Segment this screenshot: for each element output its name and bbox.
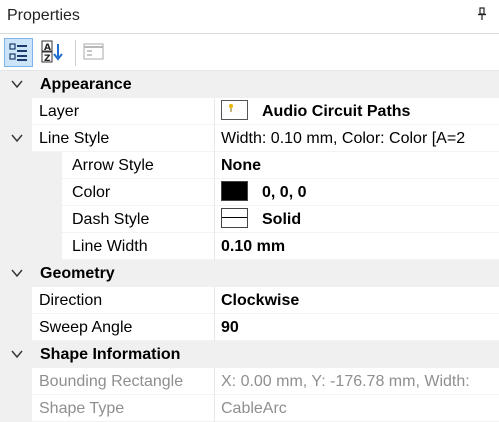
categorized-view-button[interactable] (4, 38, 33, 67)
property-name: Direction (39, 292, 103, 309)
svg-text:Z: Z (44, 54, 51, 64)
category-appearance[interactable]: Appearance (0, 71, 499, 98)
toolbar-separator (75, 40, 76, 66)
property-row-dash-style[interactable]: Dash Style Solid (0, 206, 499, 233)
property-value[interactable]: Audio Circuit Paths (214, 98, 499, 125)
line-style-value[interactable]: Width: 0.10 mm, Color: Color [A=2 (214, 125, 499, 152)
property-name: Line Style (39, 130, 110, 147)
property-pages-icon (83, 43, 104, 60)
property-grid: Appearance Layer Audio Circuit Paths Lin… (0, 71, 499, 422)
panel-title: Properties (7, 7, 80, 24)
shape-type-value: CableArc (214, 395, 499, 422)
property-row-arrow-style[interactable]: Arrow Style None (0, 152, 499, 179)
arrow-style-value[interactable]: None (214, 152, 499, 179)
alphabetical-sort-icon: A Z (41, 40, 63, 64)
property-name: Layer (39, 103, 80, 120)
sweep-angle-value[interactable]: 90 (214, 314, 499, 341)
property-name: Arrow Style (72, 157, 154, 174)
properties-title-bar: Properties (0, 0, 499, 34)
chevron-down-icon[interactable] (10, 77, 24, 91)
property-value[interactable]: 0, 0, 0 (214, 179, 499, 206)
categorized-view-icon (9, 43, 27, 61)
dash-style-value: Solid (262, 211, 302, 228)
dash-style-swatch (221, 207, 248, 228)
property-row-direction[interactable]: Direction Clockwise (0, 287, 499, 314)
category-label: Appearance (40, 76, 132, 93)
property-name: Sweep Angle (39, 319, 133, 336)
property-pages-button[interactable] (80, 38, 109, 67)
category-geometry[interactable]: Geometry (0, 260, 499, 287)
property-name: Color (72, 184, 111, 201)
bounding-rectangle-value: X: 0.00 mm, Y: -176.78 mm, Width: (214, 368, 499, 395)
property-row-line-style[interactable]: Line Style Width: 0.10 mm, Color: Color … (0, 125, 499, 152)
pin-icon[interactable] (477, 7, 487, 24)
chevron-down-icon[interactable] (10, 131, 24, 145)
property-row-layer[interactable]: Layer Audio Circuit Paths (0, 98, 499, 125)
line-width-value[interactable]: 0.10 mm (214, 233, 499, 260)
property-row-color[interactable]: Color 0, 0, 0 (0, 179, 499, 206)
category-shape-information[interactable]: Shape Information (0, 341, 499, 368)
property-name: Dash Style (72, 211, 150, 228)
property-row-shape-type[interactable]: Shape Type CableArc (0, 395, 499, 422)
color-value: 0, 0, 0 (262, 184, 307, 201)
property-name: Bounding Rectangle (39, 373, 184, 390)
category-label: Shape Information (40, 346, 181, 363)
properties-toolbar: A Z (0, 34, 499, 71)
color-swatch (221, 180, 248, 201)
property-name: Shape Type (39, 400, 125, 417)
direction-value[interactable]: Clockwise (214, 287, 499, 314)
chevron-down-icon[interactable] (10, 347, 24, 361)
property-row-sweep-angle[interactable]: Sweep Angle 90 (0, 314, 499, 341)
chevron-down-icon[interactable] (10, 266, 24, 280)
layer-icon (221, 99, 248, 120)
property-row-line-width[interactable]: Line Width 0.10 mm (0, 233, 499, 260)
property-name: Line Width (72, 238, 148, 255)
category-label: Geometry (40, 265, 115, 282)
property-row-bounding-rectangle[interactable]: Bounding Rectangle X: 0.00 mm, Y: -176.7… (0, 368, 499, 395)
property-value[interactable]: Solid (214, 206, 499, 233)
layer-value: Audio Circuit Paths (262, 103, 411, 120)
alphabetical-sort-button[interactable]: A Z (38, 38, 67, 67)
